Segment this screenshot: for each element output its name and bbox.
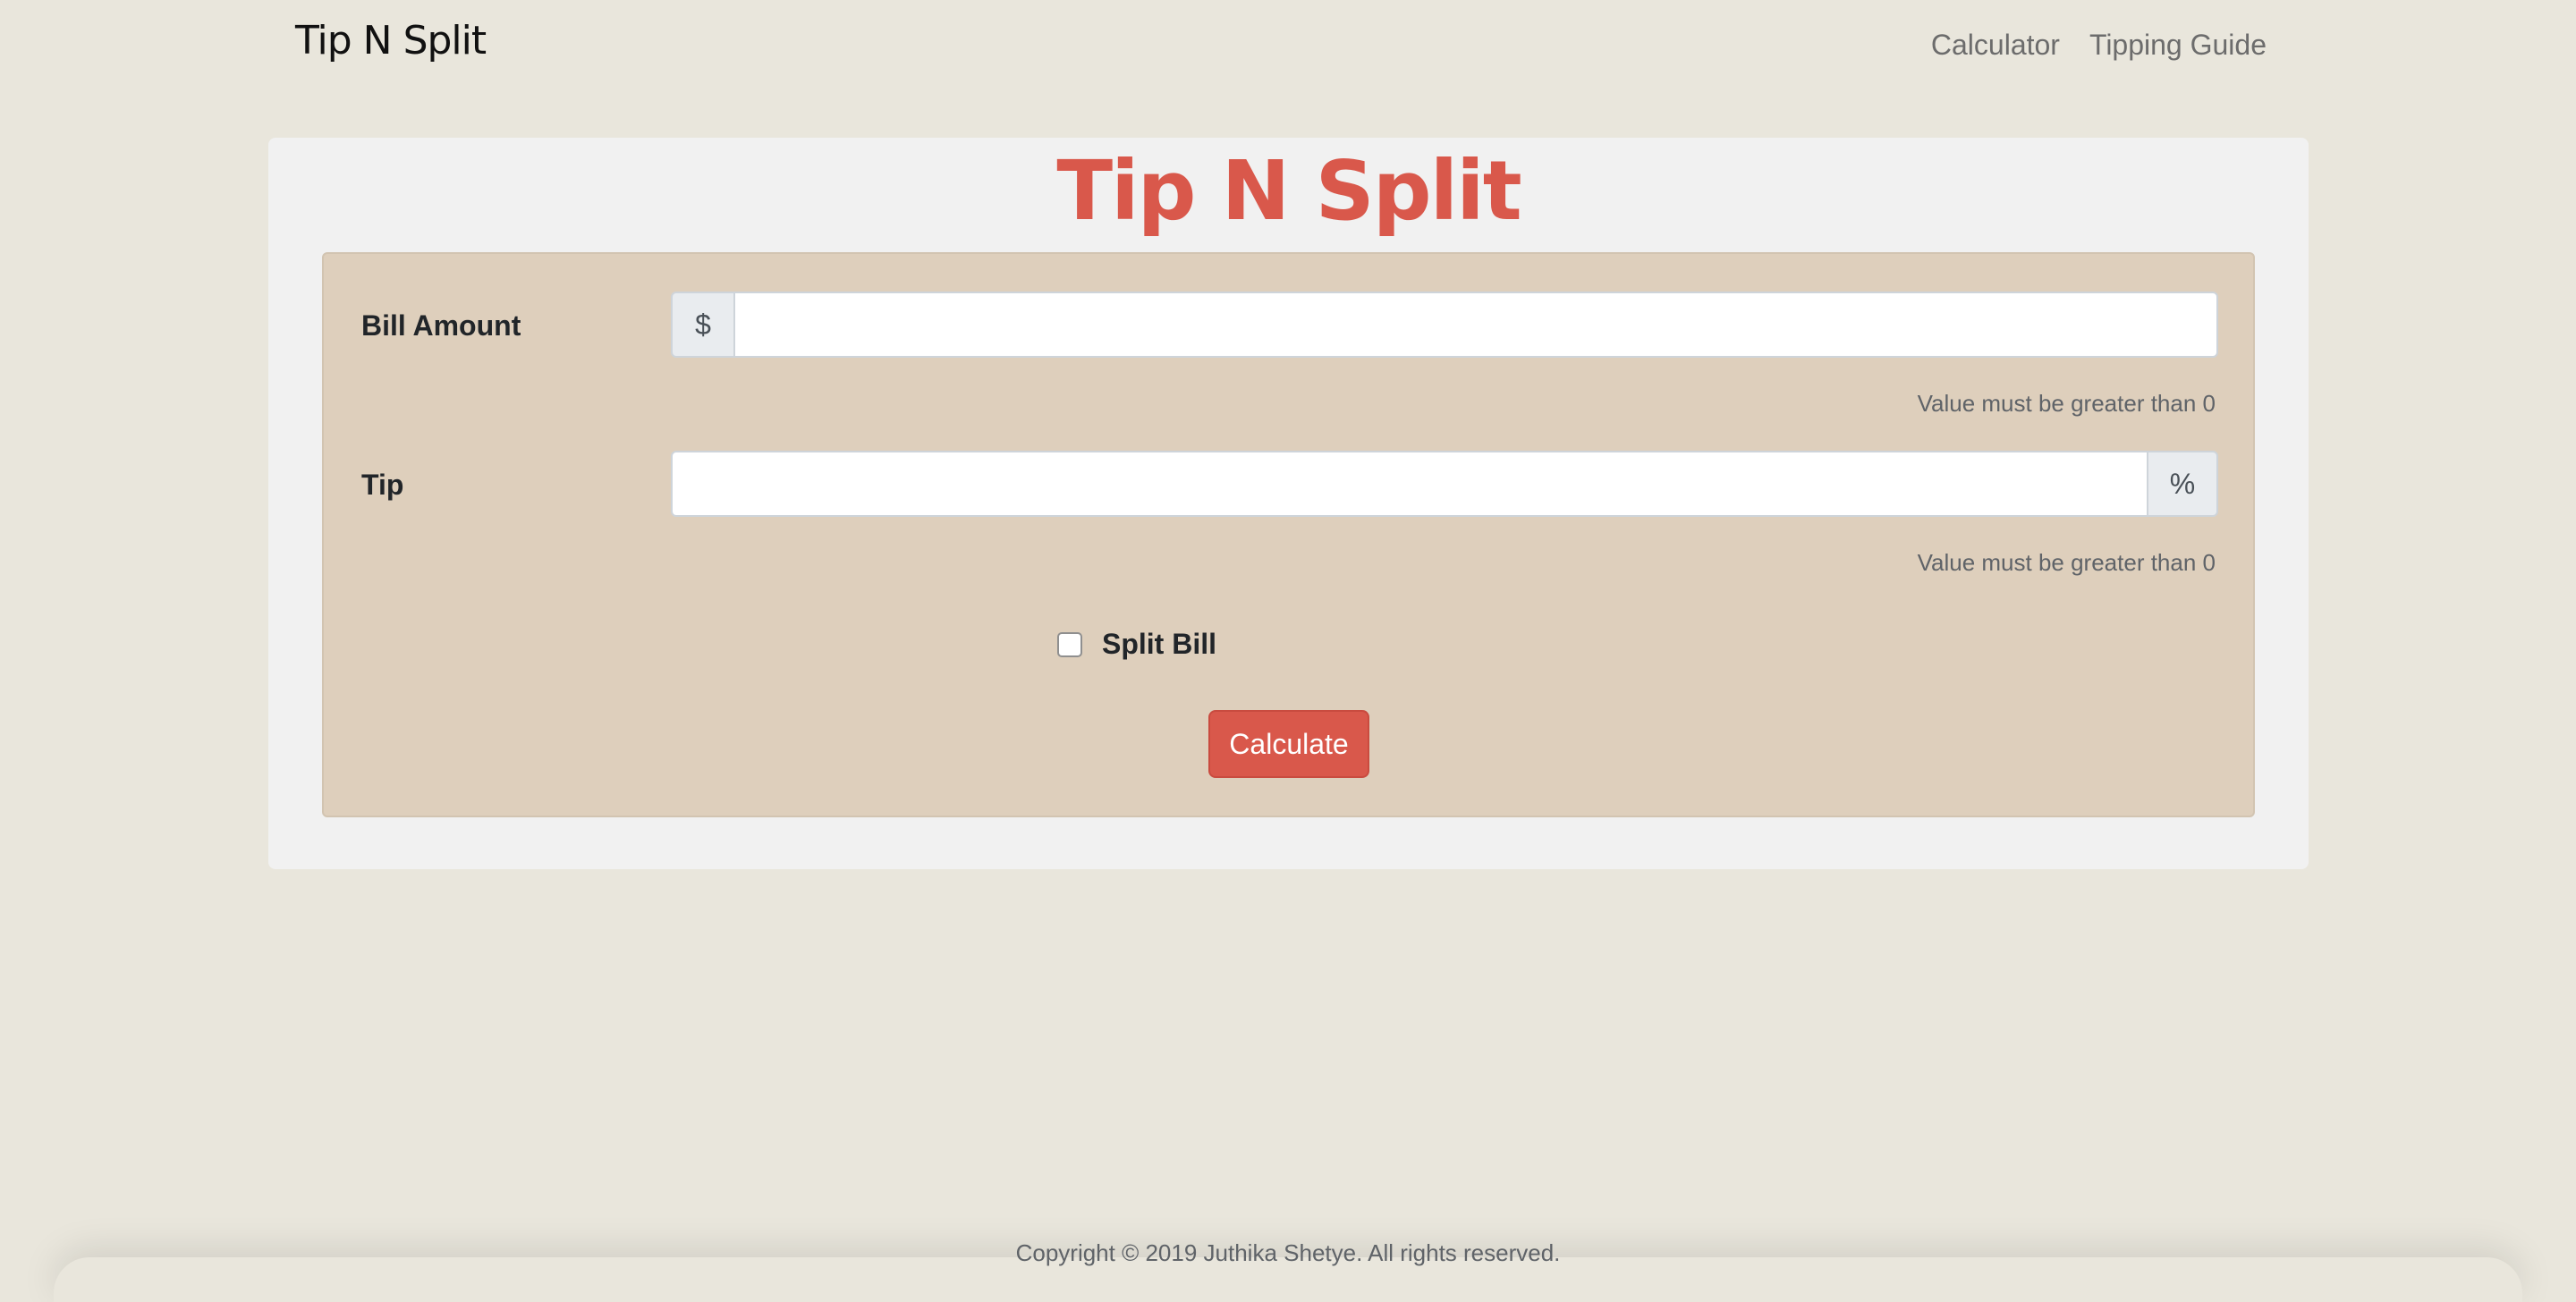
tip-help: Value must be greater than 0 bbox=[1917, 549, 2216, 576]
navbar: Tip N Split Calculator Tipping Guide bbox=[0, 0, 2576, 98]
dollar-prefix: $ bbox=[671, 292, 733, 358]
calculate-button[interactable]: Calculate bbox=[1208, 710, 1369, 778]
nav-link-tipping-guide[interactable]: Tipping Guide bbox=[2089, 29, 2267, 62]
split-bill-row: Split Bill bbox=[1057, 628, 1216, 661]
tip-percent-input[interactable] bbox=[671, 451, 2148, 517]
tip-form: Bill Amount $ Value must be greater than… bbox=[322, 252, 2255, 817]
tip-group: % bbox=[671, 451, 2218, 517]
nav-links: Calculator Tipping Guide bbox=[1931, 29, 2267, 62]
bill-amount-input[interactable] bbox=[733, 292, 2218, 358]
nav-link-calculator[interactable]: Calculator bbox=[1931, 29, 2060, 62]
tip-label: Tip bbox=[361, 469, 404, 501]
split-bill-label[interactable]: Split Bill bbox=[1102, 628, 1216, 661]
bill-amount-label: Bill Amount bbox=[361, 309, 521, 342]
bill-amount-group: $ bbox=[671, 292, 2218, 358]
footer-copyright: Copyright © 2019 Juthika Shetye. All rig… bbox=[1015, 1239, 1561, 1266]
calculator-card: Tip N Split Bill Amount $ Value must be … bbox=[268, 138, 2309, 869]
bill-amount-help: Value must be greater than 0 bbox=[1917, 390, 2216, 417]
percent-suffix: % bbox=[2148, 451, 2218, 517]
page-title: Tip N Split bbox=[1056, 143, 1521, 239]
brand-logo-link[interactable]: Tip N Split bbox=[295, 18, 487, 63]
split-bill-checkbox[interactable] bbox=[1057, 631, 1082, 657]
